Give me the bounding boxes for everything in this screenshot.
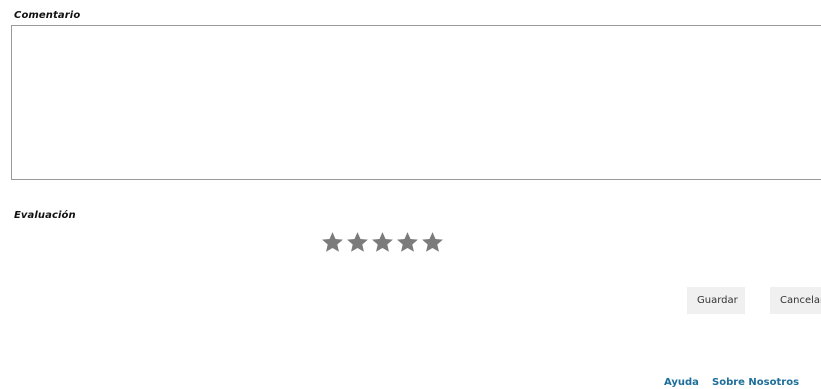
star-rating <box>320 229 445 255</box>
review-form-page: Comentario Evaluación Guardar Cancelar A… <box>0 0 821 389</box>
footer-link-help[interactable]: Ayuda <box>664 377 699 388</box>
star-1-icon[interactable] <box>320 229 345 255</box>
save-button[interactable]: Guardar <box>687 287 745 314</box>
star-5-icon[interactable] <box>420 229 445 255</box>
comment-label: Comentario <box>14 10 81 21</box>
footer-link-about-us[interactable]: Sobre Nosotros <box>712 377 799 388</box>
star-2-icon[interactable] <box>345 229 370 255</box>
rating-label: Evaluación <box>14 210 76 221</box>
comment-textarea[interactable] <box>11 25 821 180</box>
star-3-icon[interactable] <box>370 229 395 255</box>
star-4-icon[interactable] <box>395 229 420 255</box>
cancel-button[interactable]: Cancelar <box>770 287 821 314</box>
